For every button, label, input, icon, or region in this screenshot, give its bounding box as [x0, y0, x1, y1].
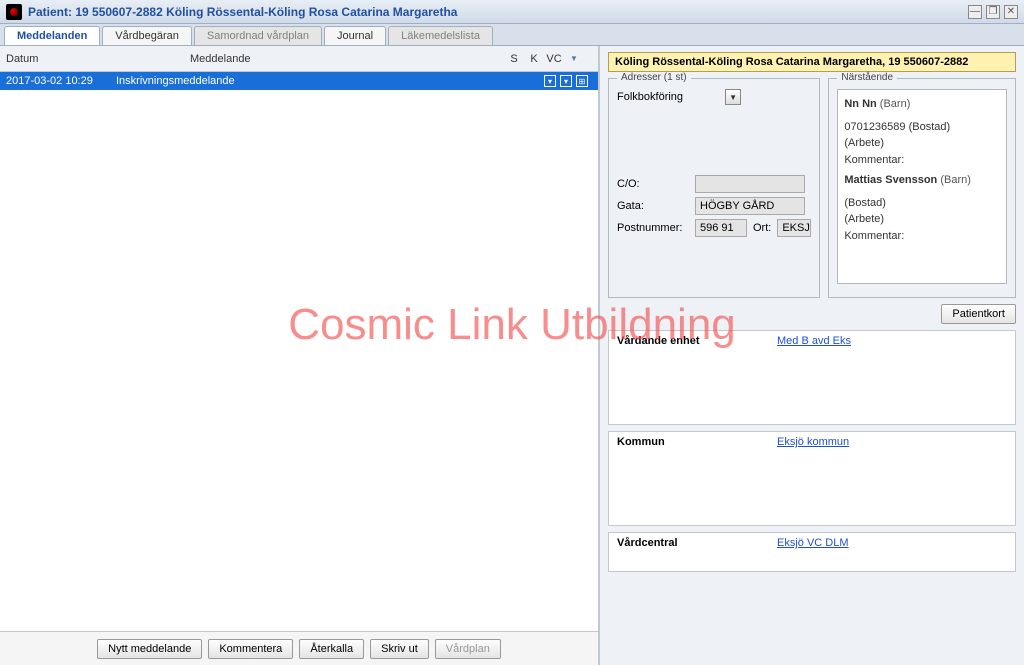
col-vc-header: VC: [546, 53, 562, 65]
ort-label: Ort:: [753, 222, 771, 234]
vardplan-button[interactable]: Vårdplan: [435, 639, 501, 659]
aterkalla-button[interactable]: Återkalla: [299, 639, 364, 659]
vardande-label: Vårdande enhet: [617, 335, 737, 420]
close-button[interactable]: ✕: [1004, 5, 1018, 19]
vardande-link[interactable]: Med B avd Eks: [777, 335, 851, 420]
messages-panel: Datum Meddelande S K VC ▼ 2017-03-02 10:…: [0, 46, 600, 665]
relative-name: Mattias Svensson: [844, 174, 937, 186]
kommun-label: Kommun: [617, 436, 737, 521]
flag-k-icon: ▾: [560, 75, 572, 87]
ort-input[interactable]: EKSJ: [777, 219, 811, 237]
messages-header: Datum Meddelande S K VC ▼: [0, 46, 598, 72]
relative-item: Mattias Svensson (Barn): [844, 172, 1000, 189]
postnr-input[interactable]: 596 91: [695, 219, 747, 237]
flag-vc-icon: ⊞: [576, 75, 588, 87]
button-bar: Nytt meddelande Kommentera Återkalla Skr…: [0, 631, 598, 665]
relative-type: (Barn): [880, 98, 911, 110]
vardande-enhet-section: Vårdande enhet Med B avd Eks: [608, 330, 1016, 425]
adresser-group: Adresser (1 st) Folkbokföring ▼ C/O: Gat…: [608, 78, 820, 298]
narstaende-group: Närstående Nn Nn (Barn) 0701236589 (Bost…: [828, 78, 1016, 298]
vardcentral-section: Vårdcentral Eksjö VC DLM: [608, 532, 1016, 572]
vardcentral-link[interactable]: Eksjö VC DLM: [777, 537, 849, 567]
sort-icon[interactable]: ▼: [566, 54, 582, 63]
nytt-meddelande-button[interactable]: Nytt meddelande: [97, 639, 202, 659]
kommentera-button[interactable]: Kommentera: [208, 639, 293, 659]
postnr-label: Postnummer:: [617, 222, 689, 234]
relative-item: Nn Nn (Barn): [844, 96, 1000, 113]
co-input[interactable]: [695, 175, 805, 193]
msg-text: Inskrivningsmeddelande: [116, 75, 544, 87]
minimize-button[interactable]: —: [968, 5, 982, 19]
maximize-button[interactable]: ❐: [986, 5, 1000, 19]
narstaende-body: Nn Nn (Barn) 0701236589 (Bostad) (Arbete…: [837, 89, 1007, 284]
relative-phone: (Bostad): [844, 195, 1000, 212]
relative-work: (Arbete): [844, 211, 1000, 228]
folkbokforing-label: Folkbokföring: [617, 91, 683, 103]
vardcentral-label: Vårdcentral: [617, 537, 737, 567]
col-s-header: S: [506, 53, 522, 65]
adresser-dropdown[interactable]: ▼: [725, 89, 741, 105]
col-datum-header[interactable]: Datum: [6, 53, 190, 65]
kommun-section: Kommun Eksjö kommun: [608, 431, 1016, 526]
gata-input[interactable]: HÖGBY GÅRD: [695, 197, 805, 215]
message-row[interactable]: 2017-03-02 10:29 Inskrivningsmeddelande …: [0, 72, 598, 90]
patient-header: Köling Rössental-Köling Rosa Catarina Ma…: [608, 52, 1016, 72]
col-meddelande-header[interactable]: Meddelande: [190, 53, 506, 65]
relative-name: Nn Nn: [844, 98, 876, 110]
relative-work: (Arbete): [844, 135, 1000, 152]
window-title: Patient: 19 550607-2882 Köling Rössental…: [28, 5, 968, 19]
tab-bar: Meddelanden Vårdbegäran Samordnad vårdpl…: [0, 24, 1024, 46]
kommun-link[interactable]: Eksjö kommun: [777, 436, 849, 521]
tab-meddelanden[interactable]: Meddelanden: [4, 26, 100, 45]
relative-phone: 0701236589 (Bostad): [844, 119, 1000, 136]
co-label: C/O:: [617, 178, 689, 190]
relative-comment: Kommentar:: [844, 228, 1000, 245]
adresser-legend: Adresser (1 st): [617, 72, 691, 83]
skrivut-button[interactable]: Skriv ut: [370, 639, 429, 659]
narstaende-legend: Närstående: [837, 72, 897, 83]
tab-samordnad[interactable]: Samordnad vårdplan: [194, 26, 322, 45]
flag-s-icon: ▾: [544, 75, 556, 87]
relative-type: (Barn): [940, 174, 971, 186]
relative-comment: Kommentar:: [844, 152, 1000, 169]
patient-panel: Köling Rössental-Köling Rosa Catarina Ma…: [600, 46, 1024, 665]
tab-vardbegaran[interactable]: Vårdbegäran: [102, 26, 192, 45]
col-k-header: K: [526, 53, 542, 65]
app-icon: [6, 4, 22, 20]
patientkort-button[interactable]: Patientkort: [941, 304, 1016, 324]
titlebar: Patient: 19 550607-2882 Köling Rössental…: [0, 0, 1024, 24]
gata-label: Gata:: [617, 200, 689, 212]
messages-body: [0, 90, 598, 631]
tab-lakemedel[interactable]: Läkemedelslista: [388, 26, 493, 45]
tab-journal[interactable]: Journal: [324, 26, 386, 45]
msg-datum: 2017-03-02 10:29: [6, 75, 116, 87]
